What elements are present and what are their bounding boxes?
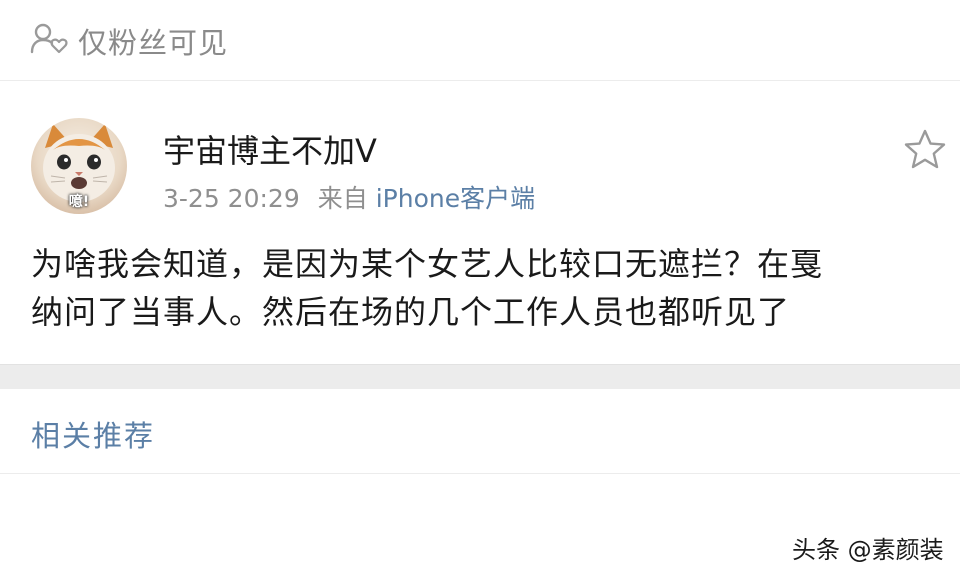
post-body: 为啥我会知道，是因为某个女艺人比较口无遮拦？在戛 纳问了当事人。然后在场的几个工…	[31, 240, 936, 336]
watermark: 头条 @素颜装	[792, 536, 944, 564]
post-body-line: 为啥我会知道，是因为某个女艺人比较口无遮拦？在戛	[31, 245, 824, 283]
star-icon[interactable]	[902, 128, 948, 172]
post-meta: 3-25 20:29 来自 iPhone客户端	[163, 179, 535, 215]
fans-only-icon	[30, 23, 68, 54]
visibility-bar: 仅粉丝可见	[0, 0, 960, 81]
avatar[interactable]: 噫!	[31, 118, 127, 214]
post-body-line: 纳问了当事人。然后在场的几个工作人员也都听见了	[31, 293, 791, 331]
section-divider	[0, 364, 960, 390]
related-title[interactable]: 相关推荐	[31, 413, 155, 455]
author-name[interactable]: 宇宙博主不加V	[163, 126, 377, 172]
visibility-label: 仅粉丝可见	[78, 26, 229, 60]
source-prefix: 来自	[317, 184, 368, 213]
post-timestamp: 3-25 20:29	[163, 184, 300, 213]
related-section: 相关推荐	[0, 389, 960, 474]
avatar-caption: 噫!	[68, 194, 90, 210]
post-source-link[interactable]: iPhone客户端	[376, 184, 535, 213]
